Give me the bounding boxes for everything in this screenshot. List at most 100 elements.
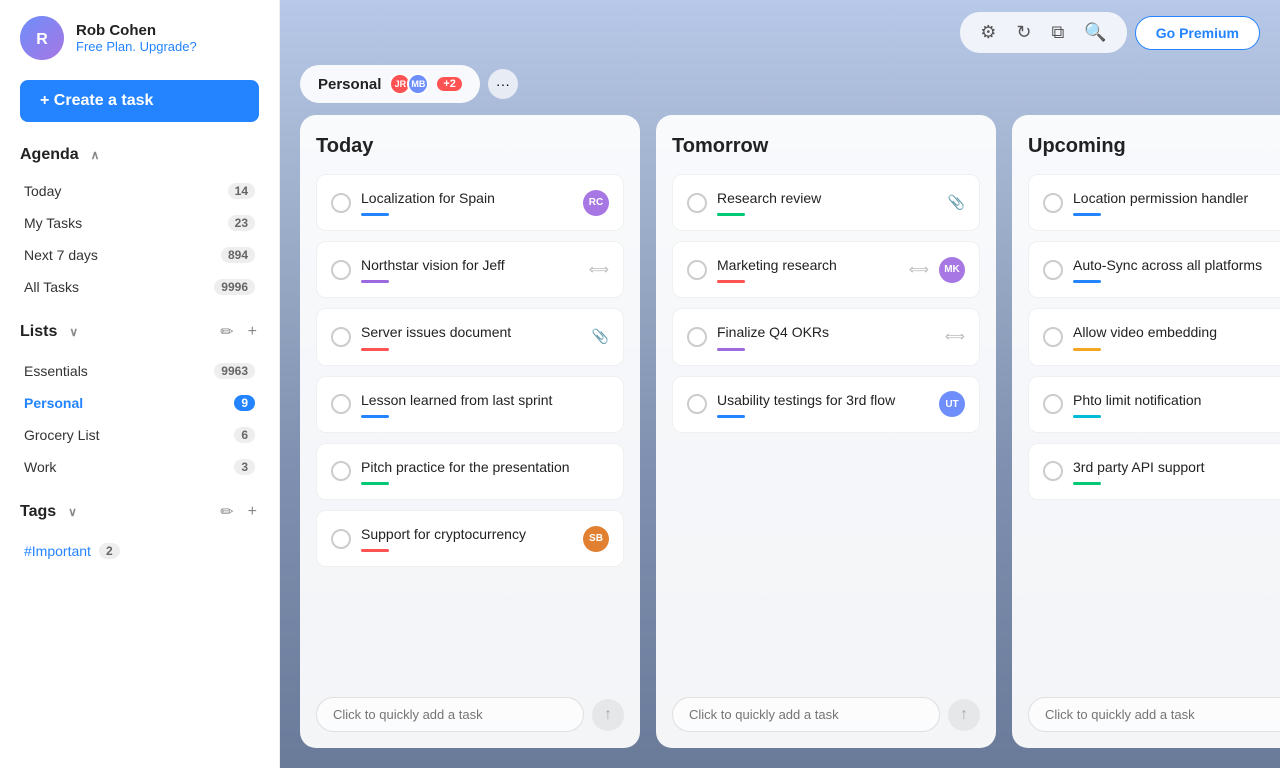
task-tag-bar <box>717 415 745 418</box>
task-checkbox[interactable] <box>687 327 707 347</box>
task-link-icon: ⟺ <box>589 261 609 278</box>
task-content: Localization for Spain <box>361 189 573 216</box>
task-checkbox[interactable] <box>331 529 351 549</box>
sidebar-item-all-tasks[interactable]: All Tasks 9996 <box>20 272 259 302</box>
main-content: ⚙ ↻ ⧉ 🔍 Go Premium Personal JR MB +2 ···… <box>280 0 1280 768</box>
task-tag-bar <box>1073 213 1101 216</box>
task-content: Finalize Q4 OKRs <box>717 323 935 350</box>
add-task-input[interactable] <box>316 697 584 732</box>
tab-label: Personal <box>318 76 381 93</box>
task-checkbox[interactable] <box>687 394 707 414</box>
personal-tab[interactable]: Personal JR MB +2 <box>300 65 480 103</box>
table-row[interactable]: Finalize Q4 OKRs ⟺ <box>672 308 980 365</box>
avatar: R <box>20 16 64 60</box>
tab-avatar-2: MB <box>407 73 429 95</box>
agenda-label: Agenda ∧ <box>20 146 99 164</box>
add-tag-button[interactable]: + <box>246 500 259 524</box>
table-row[interactable]: 3rd party API support 📎 <box>1028 443 1280 500</box>
add-list-button[interactable]: + <box>246 320 259 344</box>
today-column-title: Today <box>316 135 624 158</box>
task-checkbox[interactable] <box>687 193 707 213</box>
task-checkbox[interactable] <box>1043 394 1063 414</box>
sidebar-item-my-tasks[interactable]: My Tasks 23 <box>20 208 259 238</box>
table-row[interactable]: Phto limit notification <box>1028 376 1280 433</box>
edit-lists-button[interactable]: ✏ <box>218 320 235 344</box>
upcoming-column: Upcoming Location permission handler Aut… <box>1012 115 1280 748</box>
task-tag-bar <box>1073 280 1101 283</box>
table-row[interactable]: Pitch practice for the presentation <box>316 443 624 500</box>
task-title: Pitch practice for the presentation <box>361 458 609 476</box>
table-row[interactable]: Server issues document 📎 <box>316 308 624 365</box>
task-checkbox[interactable] <box>1043 193 1063 213</box>
task-checkbox[interactable] <box>331 193 351 213</box>
add-task-submit-button[interactable]: ↑ <box>592 699 624 731</box>
task-checkbox[interactable] <box>687 260 707 280</box>
edit-tags-button[interactable]: ✏ <box>218 500 235 524</box>
gear-icon[interactable]: ⚙ <box>972 18 1004 47</box>
table-row[interactable]: Location permission handler <box>1028 174 1280 231</box>
task-checkbox[interactable] <box>331 260 351 280</box>
table-row[interactable]: Lesson learned from last sprint <box>316 376 624 433</box>
task-link-icon: ⟺ <box>909 261 929 278</box>
add-task-submit-button[interactable]: ↑ <box>948 699 980 731</box>
create-task-button[interactable]: + Create a task <box>20 80 259 122</box>
task-checkbox[interactable] <box>1043 461 1063 481</box>
tags-label[interactable]: Tags ∨ <box>20 503 77 521</box>
task-content: Northstar vision for Jeff <box>361 256 579 283</box>
sidebar-item-today[interactable]: Today 14 <box>20 176 259 206</box>
tab-more-button[interactable]: ··· <box>488 69 518 99</box>
task-content: 3rd party API support <box>1073 458 1280 485</box>
task-avatar: RC <box>583 190 609 216</box>
task-tag-bar <box>717 348 745 351</box>
tomorrow-column-title: Tomorrow <box>672 135 980 158</box>
task-tag-bar <box>361 549 389 552</box>
task-title: Lesson learned from last sprint <box>361 391 609 409</box>
task-title: Localization for Spain <box>361 189 573 207</box>
table-row[interactable]: Marketing research ⟺ MK <box>672 241 980 298</box>
table-row[interactable]: Northstar vision for Jeff ⟺ <box>316 241 624 298</box>
add-task-input[interactable] <box>672 697 940 732</box>
layers-icon[interactable]: ⧉ <box>1043 18 1072 47</box>
table-row[interactable]: Auto-Sync across all platforms <box>1028 241 1280 298</box>
sidebar-item-essentials[interactable]: Essentials 9963 <box>20 356 259 386</box>
task-checkbox[interactable] <box>1043 327 1063 347</box>
tags-chevron-icon: ∨ <box>68 505 77 519</box>
agenda-chevron-icon: ∧ <box>91 148 100 162</box>
sidebar-item-grocery[interactable]: Grocery List 6 <box>20 420 259 450</box>
table-row[interactable]: Localization for Spain RC <box>316 174 624 231</box>
table-row[interactable]: Allow video embedding <box>1028 308 1280 365</box>
tab-avatars: JR MB <box>389 73 429 95</box>
search-icon[interactable]: 🔍 <box>1076 18 1114 47</box>
task-tag-bar <box>361 213 389 216</box>
task-avatar: SB <box>583 526 609 552</box>
refresh-icon[interactable]: ↻ <box>1008 18 1039 47</box>
svg-text:R: R <box>36 31 48 48</box>
task-title: Northstar vision for Jeff <box>361 256 579 274</box>
task-checkbox[interactable] <box>331 327 351 347</box>
sidebar-item-next-7-days[interactable]: Next 7 days 894 <box>20 240 259 270</box>
add-task-input[interactable] <box>1028 697 1280 732</box>
task-checkbox[interactable] <box>1043 260 1063 280</box>
go-premium-button[interactable]: Go Premium <box>1135 16 1260 50</box>
today-column: Today Localization for Spain RC Northsta… <box>300 115 640 748</box>
task-checkbox[interactable] <box>331 461 351 481</box>
today-task-list: Localization for Spain RC Northstar visi… <box>316 174 624 685</box>
lists-label[interactable]: Lists ∨ <box>20 323 78 341</box>
task-checkbox[interactable] <box>331 394 351 414</box>
task-avatar: UT <box>939 391 965 417</box>
tags-section-header: Tags ∨ ✏ + <box>20 500 259 524</box>
sidebar-item-personal[interactable]: Personal 9 <box>20 388 259 418</box>
task-tag-bar <box>361 280 389 283</box>
table-row[interactable]: Research review 📎 <box>672 174 980 231</box>
sidebar-item-important[interactable]: #Important 2 <box>20 536 259 566</box>
task-title: Research review <box>717 189 938 207</box>
task-title: Server issues document <box>361 323 582 341</box>
task-content: Lesson learned from last sprint <box>361 391 609 418</box>
attachment-icon: 📎 <box>592 328 609 345</box>
profile-section: R Rob Cohen Free Plan. Upgrade? <box>20 16 259 60</box>
agenda-section-header[interactable]: Agenda ∧ <box>20 146 259 164</box>
profile-plan: Free Plan. Upgrade? <box>76 39 197 54</box>
table-row[interactable]: Support for cryptocurrency SB <box>316 510 624 567</box>
table-row[interactable]: Usability testings for 3rd flow UT <box>672 376 980 433</box>
sidebar-item-work[interactable]: Work 3 <box>20 452 259 482</box>
